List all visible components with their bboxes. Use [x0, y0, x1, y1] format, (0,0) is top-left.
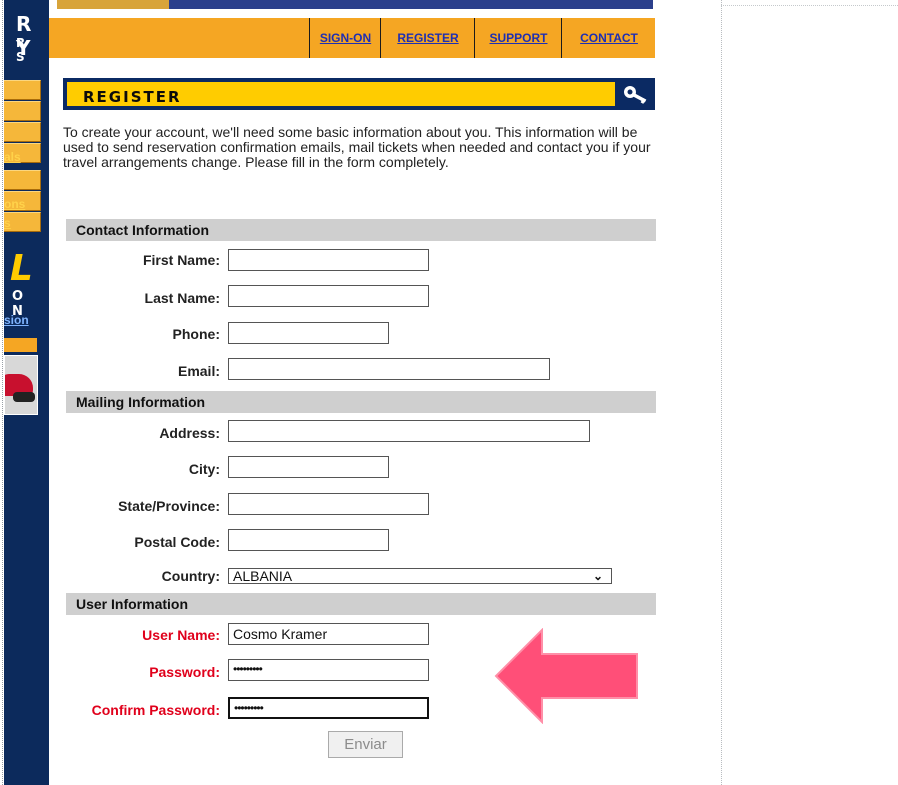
sidebar-button[interactable] [4, 101, 41, 121]
key-icon [624, 86, 647, 104]
email-input[interactable] [228, 358, 550, 380]
last-name-input[interactable] [228, 285, 429, 307]
register-header: REGISTER [63, 78, 655, 110]
first-name-input[interactable] [228, 249, 429, 271]
last-name-label: Last Name: [144, 290, 220, 306]
country-select[interactable]: ALBANIA ⌄ [228, 568, 612, 584]
address-label: Address: [159, 425, 220, 441]
sidebar-link[interactable]: s [4, 216, 11, 230]
brand-logo-line2: R S [16, 36, 40, 64]
nav-link-contact[interactable]: CONTACT [580, 31, 638, 45]
sidebar-button[interactable] [4, 122, 41, 142]
state-province-label: State/Province: [118, 498, 220, 514]
country-selected-value: ALBANIA [233, 568, 293, 584]
section-title: User Information [76, 596, 189, 612]
country-label: Country: [161, 568, 220, 584]
chevron-down-icon: ⌄ [592, 569, 603, 583]
confirm-password-input[interactable]: ••••••••• [228, 697, 429, 719]
phone-input[interactable] [228, 322, 389, 344]
sidebar-link[interactable]: als [4, 150, 21, 164]
user-name-label: User Name: [142, 627, 220, 643]
password-input[interactable]: ••••••••• [228, 659, 429, 681]
promo-link[interactable]: sion [4, 313, 29, 327]
password-label: Password: [149, 664, 220, 680]
left-arrow-icon [494, 628, 638, 724]
viewport-border-right [721, 0, 722, 785]
section-title: Mailing Information [76, 394, 206, 410]
state-province-input[interactable] [228, 493, 429, 515]
page-title: REGISTER [83, 88, 182, 106]
submit-button[interactable]: Enviar [328, 731, 403, 758]
confirm-password-label: Confirm Password: [91, 702, 220, 718]
user-name-input[interactable] [228, 623, 429, 645]
city-label: City: [188, 461, 220, 477]
nav-item-register[interactable]: REGISTER [380, 18, 475, 58]
intro-text: To create your account, we'll need some … [63, 124, 651, 170]
city-input[interactable] [228, 456, 389, 478]
email-label: Email: [177, 363, 220, 379]
first-name-label: First Name: [142, 252, 220, 268]
top-banner [57, 0, 653, 9]
section-contact-information: Contact Information [66, 219, 656, 241]
postal-code-label: Postal Code: [134, 534, 220, 550]
postal-code-input[interactable] [228, 529, 389, 551]
nav-link-register[interactable]: REGISTER [397, 31, 458, 45]
top-nav-bar: SIGN-ON REGISTER SUPPORT CONTACT [49, 18, 655, 58]
sidebar-link[interactable]: ons [4, 197, 25, 211]
address-input[interactable] [228, 420, 590, 442]
nav-link-support[interactable]: SUPPORT [489, 31, 547, 45]
section-user-information: User Information [66, 593, 656, 615]
sidebar-button[interactable] [4, 80, 41, 100]
nav-link-sign-on[interactable]: SIGN-ON [320, 31, 371, 45]
section-title: Contact Information [76, 222, 209, 238]
section-mailing-information: Mailing Information [66, 391, 656, 413]
nav-item-sign-on[interactable]: SIGN-ON [309, 18, 381, 58]
nav-item-support[interactable]: SUPPORT [474, 18, 562, 58]
viewport-border-top [721, 5, 898, 6]
phone-label: Phone: [172, 326, 220, 342]
nav-item-contact[interactable]: CONTACT [561, 18, 656, 58]
sidebar-button[interactable] [4, 170, 41, 190]
